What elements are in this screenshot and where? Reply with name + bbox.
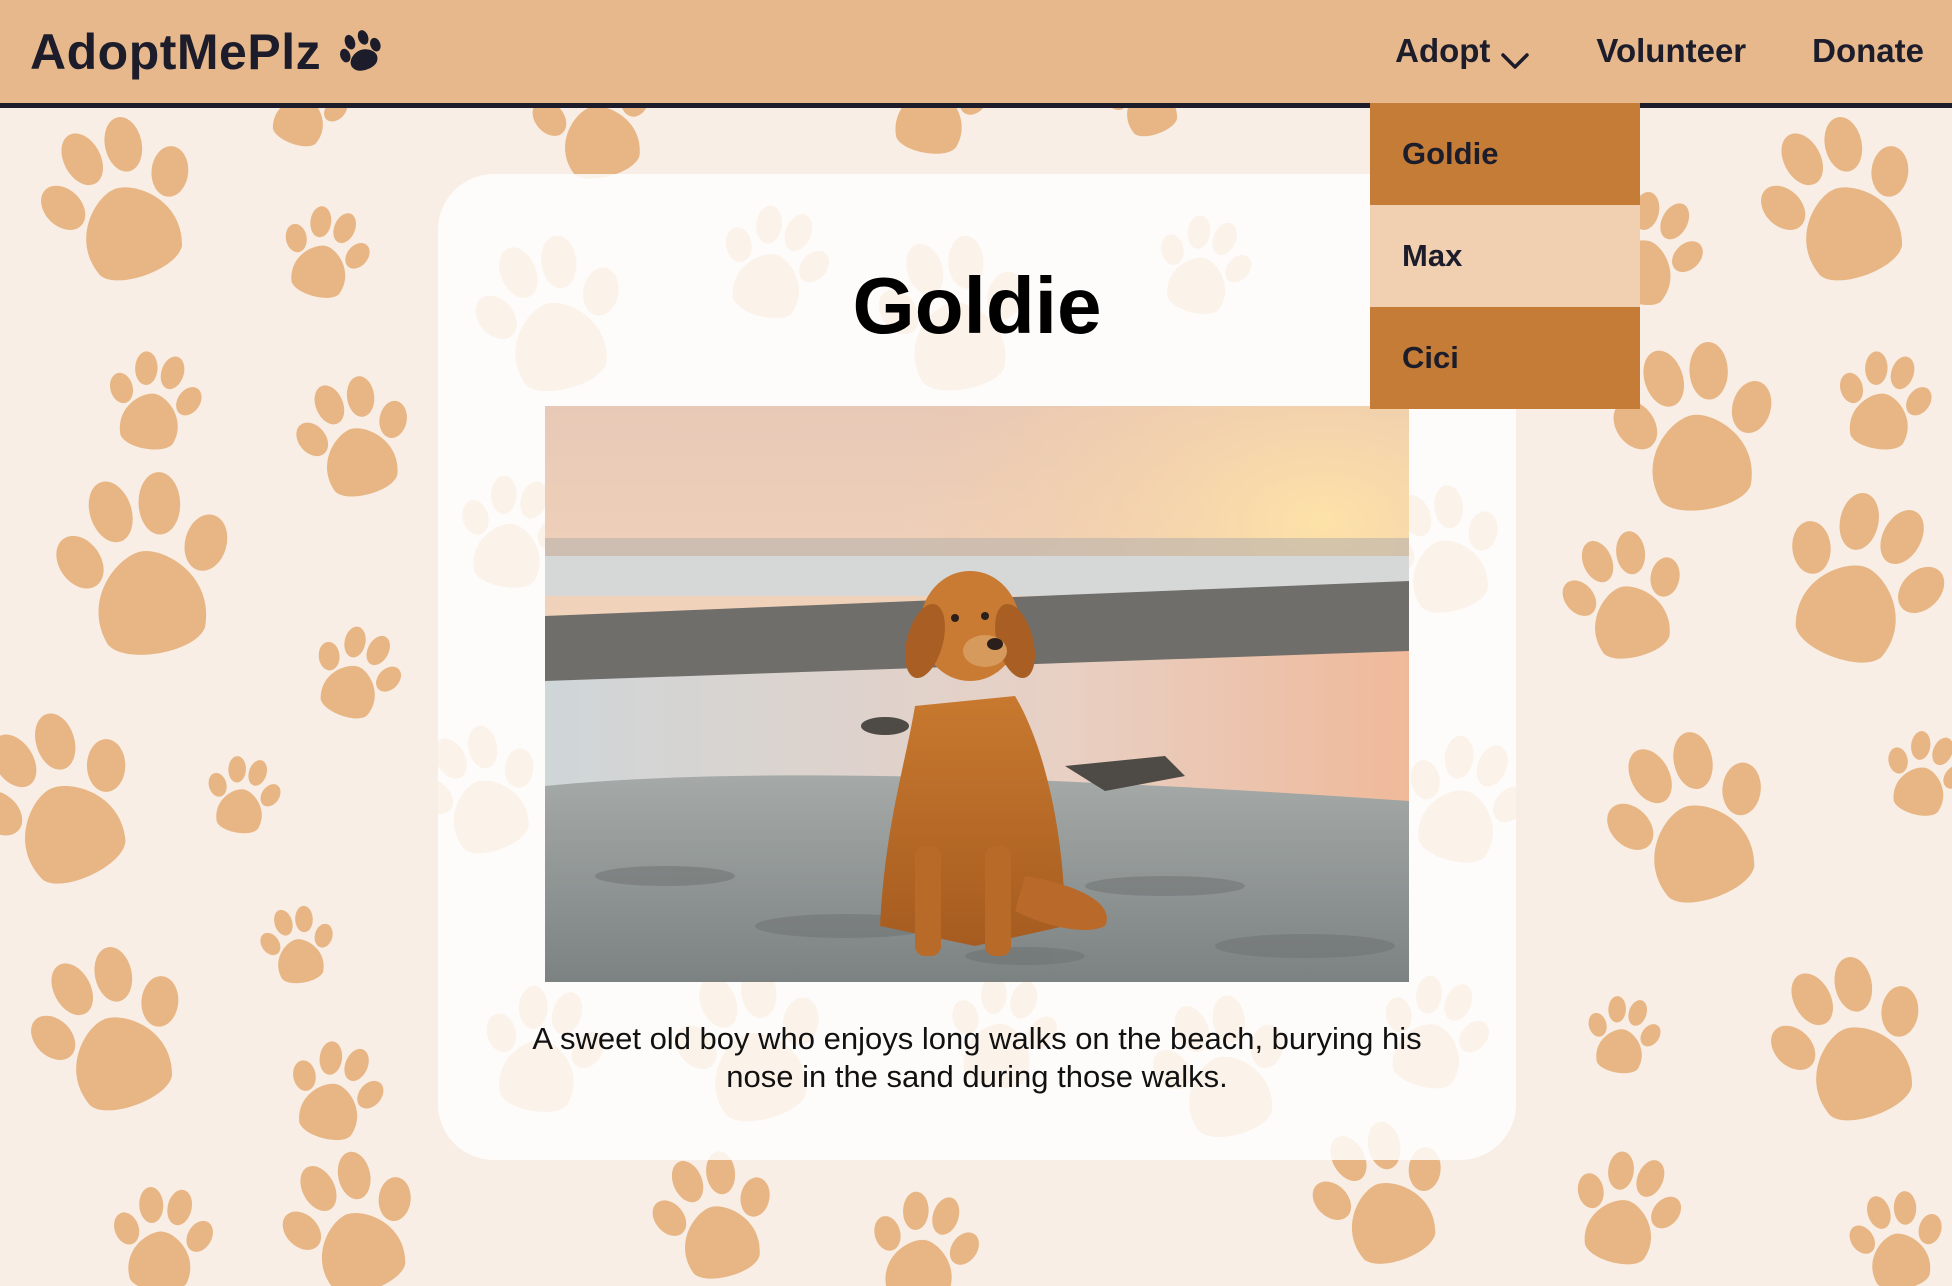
pet-photo <box>545 406 1409 982</box>
site-header: AdoptMePlz Adopt Volunteer Donate <box>0 0 1952 108</box>
pet-card: Goldie A sweet old boy who enjoys long w… <box>438 174 1516 1160</box>
nav-adopt-label: Adopt <box>1395 32 1491 69</box>
adopt-dropdown-menu: Goldie Max Cici <box>1370 103 1640 409</box>
menu-item-max[interactable]: Max <box>1370 205 1640 307</box>
brand-logo[interactable]: AdoptMePlz <box>30 22 387 82</box>
nav-volunteer[interactable]: Volunteer <box>1596 32 1746 70</box>
brand-name: AdoptMePlz <box>30 24 322 80</box>
nav-donate[interactable]: Donate <box>1812 32 1924 70</box>
menu-item-cici[interactable]: Cici <box>1370 307 1640 409</box>
nav-adopt[interactable]: Adopt <box>1395 32 1530 70</box>
chevron-down-icon <box>1500 41 1530 69</box>
pet-name-heading: Goldie <box>852 261 1102 350</box>
pet-description: A sweet old boy who enjoys long walks on… <box>532 1021 1422 1094</box>
main-nav: Adopt Volunteer Donate <box>1395 26 1924 76</box>
menu-item-goldie[interactable]: Goldie <box>1370 103 1640 205</box>
paw-icon <box>335 26 387 78</box>
